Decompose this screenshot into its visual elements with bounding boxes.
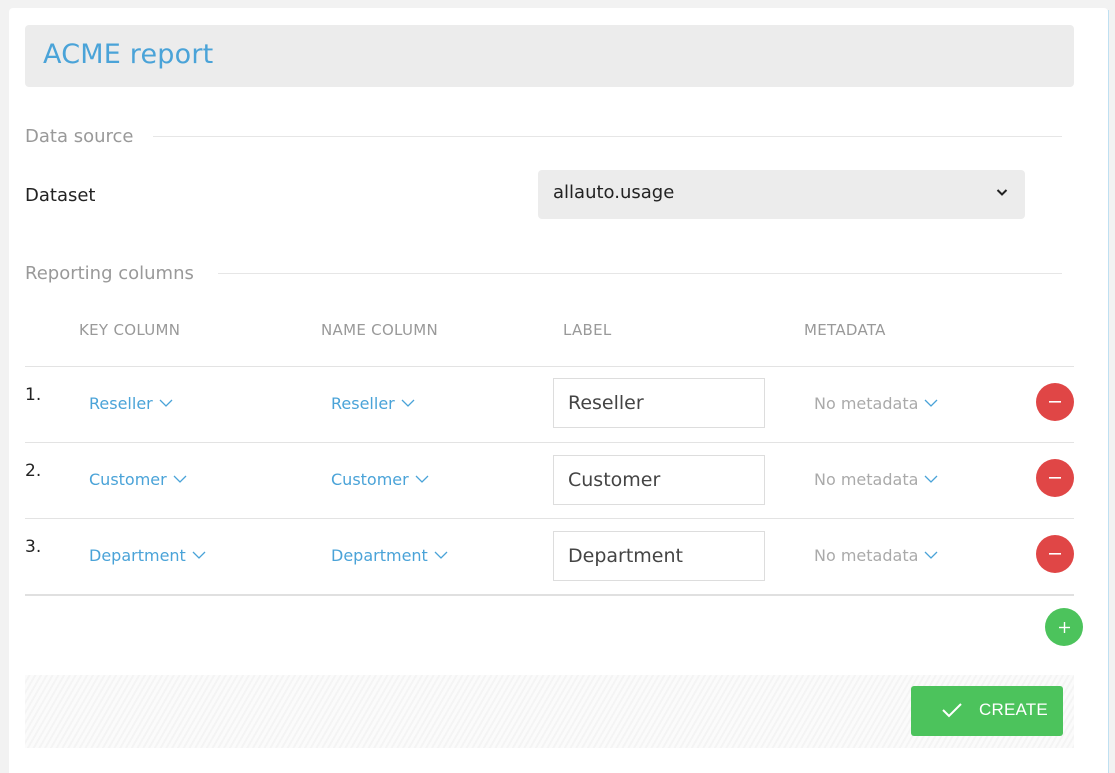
name-column-value: Reseller — [331, 394, 395, 413]
key-column-select[interactable]: Reseller — [89, 394, 173, 413]
page-title: ACME report — [43, 39, 214, 70]
dataset-select[interactable]: allauto.usage — [538, 170, 1025, 219]
row-number: 2. — [25, 461, 42, 481]
label-input[interactable] — [553, 455, 765, 505]
key-column-value: Department — [89, 546, 186, 565]
name-column-value: Department — [331, 546, 428, 565]
dataset-label: Dataset — [25, 185, 96, 206]
section-title-data-source: Data source — [25, 126, 134, 147]
chevron-down-icon — [415, 475, 429, 483]
metadata-select[interactable]: No metadata — [814, 546, 938, 565]
column-header-name: NAME COLUMN — [321, 321, 439, 339]
chevron-down-icon — [173, 475, 187, 483]
row-number: 1. — [25, 385, 42, 405]
metadata-value: No metadata — [814, 470, 919, 489]
minus-icon — [1049, 553, 1061, 555]
chevron-down-icon — [924, 399, 938, 407]
section-title-reporting-columns: Reporting columns — [25, 263, 194, 284]
minus-icon — [1049, 477, 1061, 479]
add-row-button[interactable] — [1045, 608, 1083, 646]
table-bottom-divider — [25, 594, 1074, 596]
section-divider — [218, 273, 1062, 274]
plus-icon — [1058, 621, 1070, 633]
create-button-label: CREATE — [979, 700, 1048, 719]
name-column-select[interactable]: Customer — [331, 470, 429, 489]
metadata-value: No metadata — [814, 394, 919, 413]
table-row: 2. Customer Customer No metadata — [25, 443, 1074, 519]
metadata-value: No metadata — [814, 546, 919, 565]
chevron-down-icon — [159, 399, 173, 407]
scrollbar-edge[interactable] — [1108, 10, 1109, 773]
column-header-key: KEY COLUMN — [79, 321, 181, 339]
chevron-down-icon — [996, 189, 1008, 196]
name-column-select[interactable]: Reseller — [331, 394, 415, 413]
key-column-select[interactable]: Department — [89, 546, 206, 565]
chevron-down-icon — [401, 399, 415, 407]
row-number: 3. — [25, 537, 42, 557]
create-button[interactable]: CREATE — [911, 686, 1063, 736]
remove-row-button[interactable] — [1036, 535, 1074, 573]
name-column-value: Customer — [331, 470, 409, 489]
section-divider — [153, 136, 1062, 137]
column-header-metadata: METADATA — [804, 321, 886, 339]
key-column-value: Reseller — [89, 394, 153, 413]
dataset-selected-value: allauto.usage — [553, 182, 675, 203]
key-column-value: Customer — [89, 470, 167, 489]
chevron-down-icon — [924, 475, 938, 483]
label-input[interactable] — [553, 531, 765, 581]
chevron-down-icon — [434, 551, 448, 559]
table-row: 3. Department Department No metadata — [25, 519, 1074, 595]
label-input[interactable] — [553, 378, 765, 428]
minus-icon — [1049, 401, 1061, 403]
title-bar: ACME report — [25, 25, 1074, 87]
name-column-select[interactable]: Department — [331, 546, 448, 565]
chevron-down-icon — [924, 551, 938, 559]
column-header-label: LABEL — [563, 321, 612, 339]
chevron-down-icon — [192, 551, 206, 559]
metadata-select[interactable]: No metadata — [814, 394, 938, 413]
table-row: 1. Reseller Reseller No metadata — [25, 367, 1074, 443]
remove-row-button[interactable] — [1036, 383, 1074, 421]
metadata-select[interactable]: No metadata — [814, 470, 938, 489]
key-column-select[interactable]: Customer — [89, 470, 187, 489]
remove-row-button[interactable] — [1036, 459, 1074, 497]
check-icon — [942, 703, 962, 718]
